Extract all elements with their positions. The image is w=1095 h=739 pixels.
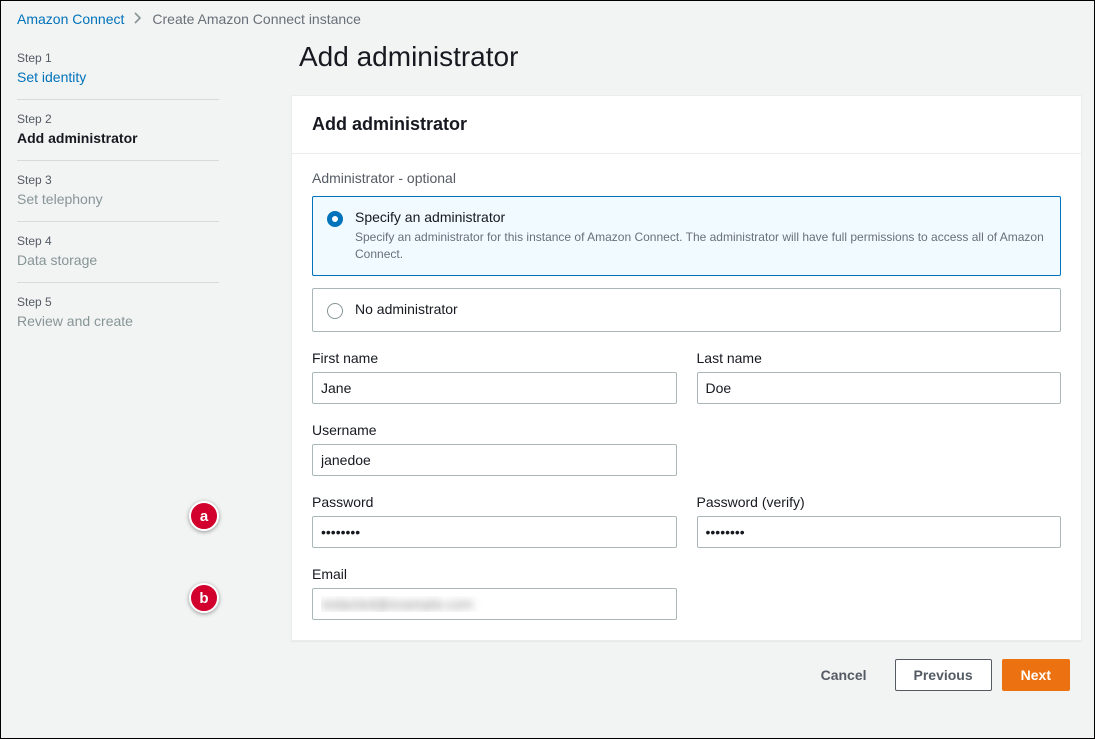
email-input[interactable] [312, 588, 677, 620]
wizard-footer: Cancel Previous Next [291, 641, 1082, 691]
step-title: Add administrator [17, 130, 219, 146]
sidebar-step-4[interactable]: Step 4 Data storage [17, 222, 219, 283]
password-verify-input[interactable] [697, 516, 1062, 548]
page-title: Add administrator [291, 41, 1082, 73]
next-button[interactable]: Next [1002, 659, 1070, 691]
step-number: Step 4 [17, 234, 219, 248]
last-name-label: Last name [697, 350, 1062, 366]
sidebar-step-1[interactable]: Step 1 Set identity [17, 39, 219, 100]
sidebar-step-3[interactable]: Step 3 Set telephony [17, 161, 219, 222]
breadcrumb-current: Create Amazon Connect instance [152, 11, 361, 27]
radio-description: Specify an administrator for this instan… [355, 229, 1046, 263]
username-input[interactable] [312, 444, 677, 476]
section-subheading: Administrator - optional [312, 170, 1061, 186]
last-name-input[interactable] [697, 372, 1062, 404]
step-title: Review and create [17, 313, 219, 329]
step-title: Data storage [17, 252, 219, 268]
chevron-right-icon [134, 11, 142, 27]
sidebar-step-2[interactable]: Step 2 Add administrator [17, 100, 219, 161]
radio-title: No administrator [355, 301, 458, 317]
radio-title: Specify an administrator [355, 209, 1046, 225]
step-number: Step 1 [17, 51, 219, 65]
password-input[interactable] [312, 516, 677, 548]
callout-marker-a: a [189, 501, 219, 531]
main-panel: Add administrator Administrator - option… [291, 95, 1082, 641]
password-verify-label: Password (verify) [697, 494, 1062, 510]
radio-no-administrator[interactable]: No administrator [312, 288, 1061, 332]
previous-button[interactable]: Previous [895, 659, 992, 691]
panel-header: Add administrator [292, 96, 1081, 154]
step-title: Set telephony [17, 191, 219, 207]
email-label: Email [312, 566, 677, 582]
breadcrumb-root[interactable]: Amazon Connect [17, 11, 124, 27]
first-name-label: First name [312, 350, 677, 366]
step-number: Step 3 [17, 173, 219, 187]
radio-icon [327, 303, 343, 319]
username-label: Username [312, 422, 677, 438]
callout-marker-b: b [189, 583, 219, 613]
step-number: Step 2 [17, 112, 219, 126]
first-name-input[interactable] [312, 372, 677, 404]
breadcrumb: Amazon Connect Create Amazon Connect ins… [1, 1, 1094, 35]
radio-icon [327, 211, 343, 227]
sidebar-step-5[interactable]: Step 5 Review and create [17, 283, 219, 343]
step-title: Set identity [17, 69, 219, 85]
step-number: Step 5 [17, 295, 219, 309]
cancel-button[interactable]: Cancel [803, 659, 885, 691]
radio-specify-administrator[interactable]: Specify an administrator Specify an admi… [312, 196, 1061, 276]
password-label: Password [312, 494, 677, 510]
